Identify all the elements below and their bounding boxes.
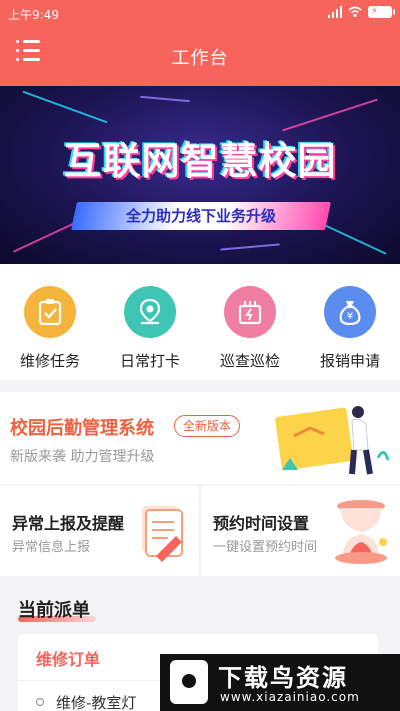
section-title: 当前派单 <box>18 600 90 621</box>
card-title: 异常上报及提醒 <box>12 514 125 533</box>
report-document-icon <box>142 506 183 562</box>
inspection-device-icon <box>224 286 276 338</box>
promo-title: 校园后勤管理系统 <box>10 418 154 439</box>
clipboard-check-icon <box>24 286 76 338</box>
money-bag-icon: ¥ <box>324 286 376 338</box>
action-label: 维修任务 <box>19 352 80 370</box>
card-exception-report[interactable]: 异常上报及提醒 异常信息上报 <box>0 486 199 576</box>
status-icons: ⚡ <box>328 6 395 18</box>
card-divider <box>199 486 201 576</box>
presentation-illustration <box>275 406 390 475</box>
action-inspection[interactable]: 巡查巡检 <box>200 286 300 371</box>
action-label: 日常打卡 <box>119 352 180 370</box>
watermark: 下载鸟资源 www.xiazainiao.com <box>160 654 400 711</box>
watermark-url: www.xiazainiao.com <box>220 690 360 704</box>
promo-card[interactable]: 校园后勤管理系统 全新版本 新版来袭 助力管理升级 <box>0 392 400 484</box>
status-time: 上午9:49 <box>8 8 59 22</box>
watermark-title: 下载鸟资源 <box>218 664 348 692</box>
order-title: 维修订单 <box>36 650 101 669</box>
order-item[interactable]: 维修-教室灯 <box>56 692 136 711</box>
app-header: 上午9:49 ⚡ 工作台 <box>0 0 400 86</box>
watermark-logo <box>170 660 208 704</box>
status-bar: 上午9:49 ⚡ <box>0 0 400 28</box>
action-reimbursement[interactable]: ¥ 报销申请 <box>300 286 400 371</box>
banner-title: 互联网智慧校园 <box>63 139 337 183</box>
hourglass-icon <box>335 500 387 564</box>
quick-actions: 维修任务 日常打卡 巡查巡检 ¥ 报销申请 <box>0 264 400 380</box>
banner-slogan: 全力助力线下业务升级 <box>125 207 276 225</box>
card-subtitle: 一键设置预约时间 <box>213 540 318 555</box>
bullet-icon <box>36 698 44 706</box>
action-label: 巡查巡检 <box>219 352 280 370</box>
promo-subtitle: 新版来袭 助力管理升级 <box>10 449 155 465</box>
battery-icon: ⚡ <box>368 6 395 18</box>
card-title: 预约时间设置 <box>213 514 310 533</box>
svg-text:¥: ¥ <box>347 311 353 322</box>
action-label: 报销申请 <box>319 352 380 370</box>
action-repair-task[interactable]: 维修任务 <box>0 286 100 371</box>
action-daily-checkin[interactable]: 日常打卡 <box>100 286 200 371</box>
promo-badge: 全新版本 <box>174 415 241 437</box>
page-title: 工作台 <box>171 48 229 69</box>
location-pin-icon <box>124 286 176 338</box>
wifi-icon <box>348 6 362 18</box>
card-subtitle: 异常信息上报 <box>12 540 91 555</box>
card-appointment-time[interactable]: 预约时间设置 一键设置预约时间 <box>201 486 400 576</box>
signal-icon <box>328 6 342 18</box>
hero-banner[interactable]: 互联网智慧校园 全力助力线下业务升级 <box>0 86 400 264</box>
